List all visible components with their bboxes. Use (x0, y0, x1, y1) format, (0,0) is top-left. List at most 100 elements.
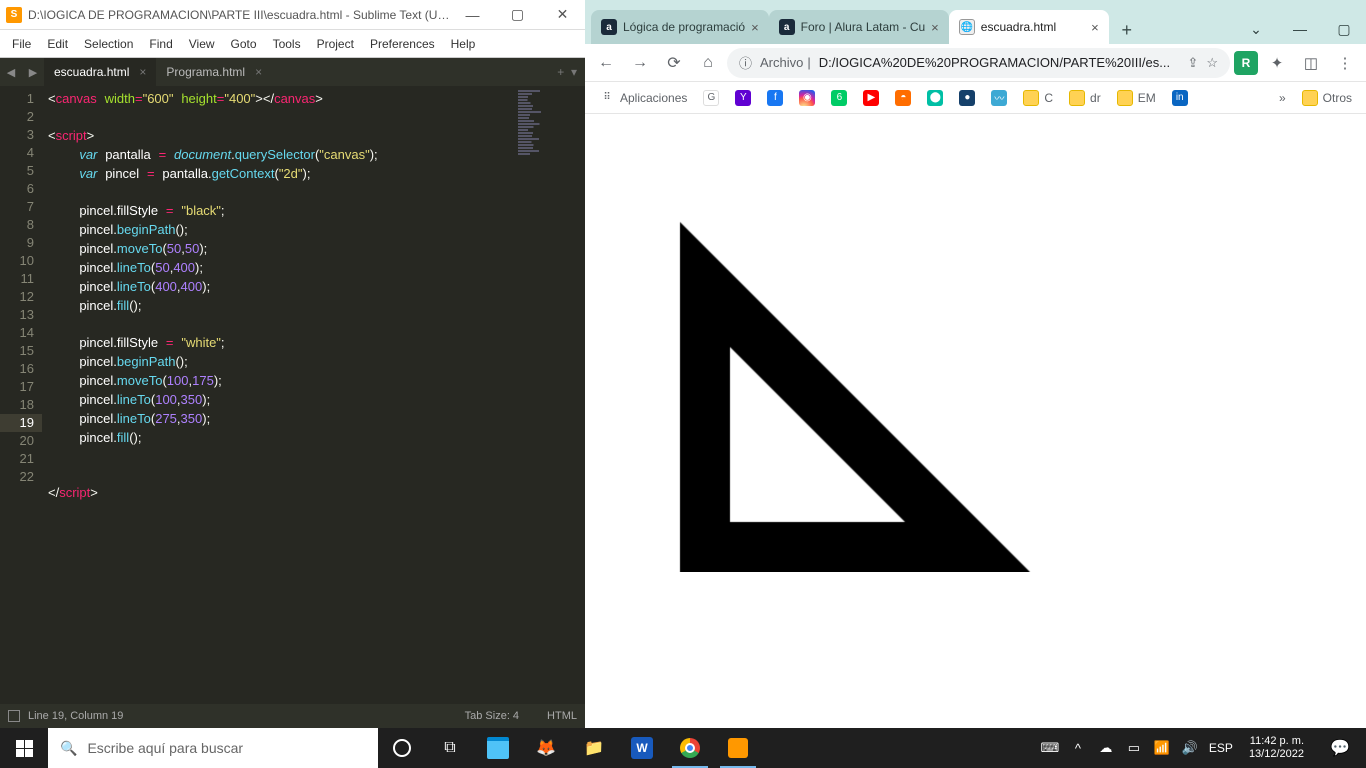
menu-file[interactable]: File (4, 33, 39, 55)
status-panel-icon[interactable] (8, 710, 20, 722)
teal-icon: ⬤ (927, 90, 943, 106)
maximize-button[interactable]: ▢ (495, 0, 540, 30)
bookmark-yahoo[interactable]: Y (729, 87, 757, 109)
bookmark-linkedin[interactable]: in (1166, 87, 1194, 109)
bookmark-folder-em[interactable]: EM (1111, 87, 1162, 109)
bookmark-folder-dr[interactable]: dr (1063, 87, 1107, 109)
menu-edit[interactable]: Edit (39, 33, 76, 55)
notepad-taskbar[interactable] (474, 728, 522, 768)
menu-tools[interactable]: Tools (265, 33, 309, 55)
browser-tab-escuadra[interactable]: 🌐 escuadra.html × (949, 10, 1109, 44)
cortana-button[interactable] (378, 728, 426, 768)
new-tab-button[interactable]: + (1113, 16, 1141, 44)
bookmark-instagram[interactable]: ◉ (793, 87, 821, 109)
tray-clock[interactable]: 11:42 p. m. 13/12/2022 (1243, 735, 1310, 761)
code-editor[interactable]: <canvas width="600" height="400"></canva… (42, 86, 515, 704)
tray-language[interactable]: ESP (1209, 741, 1233, 755)
minimize-button[interactable]: — (1278, 14, 1322, 44)
menu-find[interactable]: Find (141, 33, 180, 55)
line-gutter[interactable]: 12345678910111213141516171819202122 (0, 86, 42, 704)
tray-onedrive-icon[interactable]: ☁ (1097, 740, 1115, 756)
green-icon: 6 (831, 90, 847, 106)
sublime-taskbar[interactable] (714, 728, 762, 768)
address-bar[interactable]: ⓘ Archivo | D:/IOGICA%20DE%20PROGRAMACIO… (727, 48, 1230, 78)
menu-selection[interactable]: Selection (76, 33, 141, 55)
tray-wifi-icon[interactable]: 📶 (1153, 740, 1171, 756)
browser-tab-logica[interactable]: a Lógica de programació × (591, 10, 769, 44)
share-icon[interactable]: ⇪ (1187, 55, 1198, 71)
extension-r-icon[interactable]: R (1234, 51, 1258, 75)
apps-shortcut[interactable]: ⠿ Aplicaciones (593, 87, 693, 109)
tab-close-icon[interactable]: × (931, 20, 939, 35)
google-icon: G (703, 90, 719, 106)
menu-help[interactable]: Help (443, 33, 484, 55)
page-viewport[interactable] (585, 114, 1366, 728)
tab-close-icon[interactable]: × (255, 65, 262, 79)
site-info-icon[interactable]: ⓘ (739, 53, 752, 72)
status-syntax[interactable]: HTML (547, 710, 577, 722)
menu-view[interactable]: View (181, 33, 223, 55)
bookmark-youtube[interactable]: ▶ (857, 87, 885, 109)
bookmark-star-icon[interactable]: ☆ (1206, 55, 1218, 71)
other-bookmarks[interactable]: Otros (1296, 87, 1358, 109)
editor-tab-programa[interactable]: Programa.html × (156, 58, 272, 86)
task-view-button[interactable]: ⧉ (426, 728, 474, 768)
bookmark-google[interactable]: G (697, 87, 725, 109)
menu-goto[interactable]: Goto (223, 33, 265, 55)
new-tab-icon[interactable]: + (557, 65, 564, 79)
bookmark-teal[interactable]: ⬤ (921, 87, 949, 109)
reload-button[interactable]: ⟳ (659, 48, 689, 78)
close-button[interactable]: ✕ (540, 0, 585, 30)
sublime-titlebar[interactable]: S D:\IOGICA DE PROGRAMACION\PARTE III\es… (0, 0, 585, 30)
bookmark-dark[interactable]: ● (953, 87, 981, 109)
action-center-button[interactable]: 💬 (1320, 728, 1360, 768)
status-tabsize[interactable]: Tab Size: 4 (465, 710, 519, 722)
chrome-menu-icon[interactable]: ⋮ (1330, 48, 1360, 78)
bookmark-green[interactable]: 6 (825, 87, 853, 109)
tab-search-icon[interactable]: ⌄ (1234, 14, 1278, 44)
maximize-button[interactable]: ▢ (1322, 14, 1366, 44)
taskbar-search[interactable]: 🔍 Escribe aquí para buscar (48, 728, 378, 768)
tray-overflow-icon[interactable]: ^ (1069, 741, 1087, 756)
menu-project[interactable]: Project (309, 33, 362, 55)
tab-close-icon[interactable]: × (1091, 20, 1099, 35)
facebook-icon: f (767, 90, 783, 106)
tab-label: escuadra.html (981, 20, 1085, 34)
bookmarks-overflow[interactable]: » (1273, 88, 1292, 108)
tray-battery-icon[interactable]: ▭ (1125, 740, 1143, 756)
tab-menu-icon[interactable]: ▾ (571, 65, 577, 79)
bookmark-fire[interactable]: ◓ (889, 87, 917, 109)
nav-back-icon[interactable]: ◀ (2, 63, 20, 81)
tray-keyboard-icon[interactable]: ⌨ (1041, 740, 1059, 756)
back-button[interactable]: ← (591, 48, 621, 78)
minimap[interactable] (515, 86, 585, 704)
yahoo-icon: Y (735, 90, 751, 106)
tray-volume-icon[interactable]: 🔊 (1181, 740, 1199, 756)
forward-button[interactable]: → (625, 48, 655, 78)
home-button[interactable]: ⌂ (693, 48, 723, 78)
browser-tab-foro[interactable]: a Foro | Alura Latam - Cu × (769, 10, 949, 44)
cortana-icon (393, 739, 411, 757)
bookmark-wave[interactable]: 〰 (985, 87, 1013, 109)
tab-close-icon[interactable]: × (751, 20, 759, 35)
firefox-taskbar[interactable]: 🦊 (522, 728, 570, 768)
explorer-taskbar[interactable]: 📁 (570, 728, 618, 768)
nav-fwd-icon[interactable]: ▶ (24, 63, 42, 81)
url-text: D:/IOGICA%20DE%20PROGRAMACION/PARTE%20II… (819, 55, 1180, 70)
bookmark-folder-c[interactable]: C (1017, 87, 1059, 109)
url-scheme-chip: Archivo | (760, 55, 811, 70)
start-button[interactable] (0, 728, 48, 768)
minimize-button[interactable]: — (450, 0, 495, 30)
sublime-icon (728, 738, 748, 758)
word-taskbar[interactable]: W (618, 728, 666, 768)
menu-preferences[interactable]: Preferences (362, 33, 443, 55)
chrome-taskbar[interactable] (666, 728, 714, 768)
chrome-window: a Lógica de programació × a Foro | Alura… (585, 0, 1366, 728)
side-panel-icon[interactable]: ◫ (1296, 48, 1326, 78)
sublime-logo-icon: S (6, 7, 22, 23)
tab-close-icon[interactable]: × (139, 65, 146, 79)
extensions-puzzle-icon[interactable]: ✦ (1262, 48, 1292, 78)
windows-logo-icon (16, 740, 33, 757)
editor-tab-escuadra[interactable]: escuadra.html × (44, 58, 156, 86)
bookmark-facebook[interactable]: f (761, 87, 789, 109)
